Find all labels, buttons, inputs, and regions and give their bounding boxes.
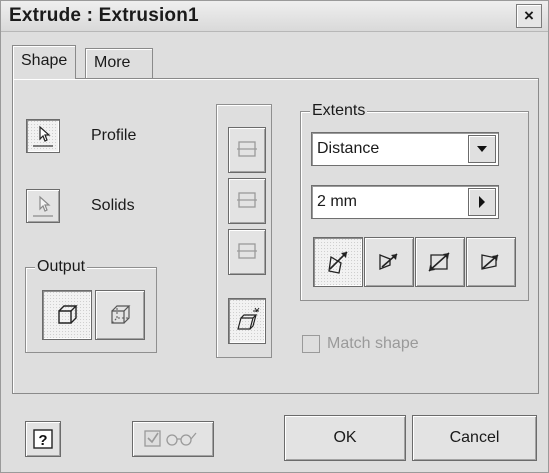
taper-icon bbox=[237, 307, 260, 330]
extent-symmetric-button[interactable] bbox=[415, 237, 465, 287]
extents-type-value: Distance bbox=[317, 140, 380, 157]
direction-two-button[interactable] bbox=[228, 178, 266, 224]
extent-asymmetric-button[interactable] bbox=[466, 237, 516, 287]
direction-one-icon bbox=[237, 141, 257, 157]
tab-more-label: More bbox=[94, 54, 131, 71]
extrude-direction-icon bbox=[328, 251, 348, 274]
extents-type-dropdown[interactable]: Distance bbox=[311, 132, 499, 166]
help-glyph: ? bbox=[38, 432, 47, 449]
tab-shape-label: Shape bbox=[21, 52, 68, 69]
preview-glasses-icon bbox=[144, 430, 197, 447]
profile-select-button[interactable] bbox=[26, 119, 60, 153]
extrude-asymmetric-icon bbox=[481, 254, 499, 270]
output-group-label: Output bbox=[35, 258, 88, 276]
surface-cube-icon bbox=[111, 305, 131, 324]
extent-direction-2-button[interactable] bbox=[364, 237, 414, 287]
help-button[interactable]: ? bbox=[25, 421, 61, 457]
preview-button[interactable] bbox=[132, 421, 214, 457]
close-button[interactable]: × bbox=[516, 4, 542, 28]
dropdown-arrow-button[interactable] bbox=[468, 135, 496, 163]
distance-value: 2 mm bbox=[317, 193, 357, 210]
cursor-arrow-icon bbox=[33, 125, 53, 147]
cancel-button[interactable]: Cancel bbox=[412, 415, 537, 461]
direction-two-icon bbox=[237, 192, 257, 208]
close-icon: × bbox=[524, 6, 534, 25]
direction-symmetric-icon bbox=[237, 243, 257, 259]
solids-label: Solids bbox=[91, 197, 135, 214]
ok-button-label: OK bbox=[333, 429, 357, 446]
ok-button[interactable]: OK bbox=[284, 415, 406, 461]
dialog-title: Extrude : Extrusion1 bbox=[9, 5, 199, 26]
profile-label: Profile bbox=[91, 127, 137, 144]
match-shape-checkbox[interactable] bbox=[302, 335, 320, 353]
chevron-right-icon bbox=[479, 196, 485, 208]
extrude-reverse-icon bbox=[379, 253, 398, 270]
title-bar[interactable]: Extrude : Extrusion1 × bbox=[1, 1, 548, 32]
distance-input[interactable]: 2 mm bbox=[311, 185, 499, 219]
tab-more[interactable]: More bbox=[85, 48, 153, 78]
distance-flyout-button[interactable] bbox=[468, 188, 496, 216]
output-solid-button[interactable] bbox=[42, 290, 92, 340]
solid-cube-icon bbox=[58, 305, 78, 324]
direction-symmetric-button[interactable] bbox=[228, 229, 266, 275]
chevron-down-icon bbox=[477, 146, 487, 152]
match-shape-label: Match shape bbox=[327, 335, 419, 352]
output-surface-button[interactable] bbox=[95, 290, 145, 340]
help-icon: ? bbox=[33, 429, 53, 449]
taper-button[interactable] bbox=[228, 298, 266, 344]
extents-group-label: Extents bbox=[310, 102, 368, 120]
solids-select-button[interactable] bbox=[26, 189, 60, 223]
extrude-dialog: Extrude : Extrusion1 × Shape More Profil… bbox=[0, 0, 549, 473]
extent-direction-1-button[interactable] bbox=[313, 237, 363, 287]
tab-shape[interactable]: Shape bbox=[12, 45, 77, 79]
cursor-arrow-icon bbox=[33, 195, 53, 217]
cancel-button-label: Cancel bbox=[449, 429, 500, 446]
direction-one-button[interactable] bbox=[228, 127, 266, 173]
extrude-symmetric-icon bbox=[428, 252, 450, 272]
